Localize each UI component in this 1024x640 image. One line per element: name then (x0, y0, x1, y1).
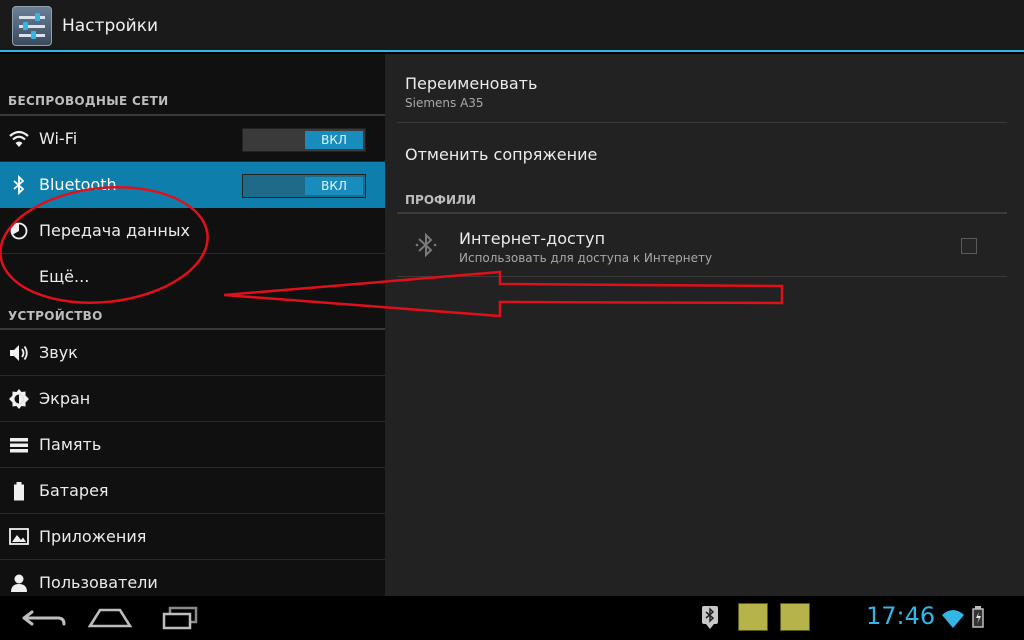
list-divider (397, 276, 1007, 277)
sidebar-item-label: Wi-Fi (39, 129, 78, 148)
list-divider (397, 122, 1007, 123)
unpair-item[interactable]: Отменить сопряжение (405, 145, 597, 164)
rename-item[interactable]: Переименовать Siemens A35 (405, 74, 537, 110)
sidebar-item-label: Пользователи (39, 573, 158, 592)
home-icon[interactable] (82, 602, 138, 634)
sidebar-item-label: Экран (39, 389, 91, 408)
clock[interactable]: 17:46 (866, 602, 935, 630)
sidebar-item-bluetooth[interactable]: Bluetooth ВКЛ (0, 162, 385, 208)
wifi-icon (9, 130, 29, 147)
rename-title: Переименовать (405, 74, 538, 93)
system-navigation-bar: 17:46 (0, 596, 1024, 640)
sidebar-item-label: Приложения (39, 527, 147, 546)
volume-icon (10, 345, 28, 361)
storage-icon (10, 438, 28, 453)
brightness-icon (9, 389, 29, 409)
sidebar-item-battery[interactable]: Батарея (0, 468, 385, 514)
sidebar-item-storage[interactable]: Память (0, 422, 385, 468)
sidebar-item-label: Передача данных (39, 221, 190, 240)
toggle-knob: ВКЛ (305, 131, 363, 149)
sidebar-item-sound[interactable]: Звук (0, 330, 385, 376)
sidebar-item-apps[interactable]: Приложения (0, 514, 385, 560)
settings-list: БЕСПРОВОДНЫЕ СЕТИ Wi-Fi ВКЛ Bluetooth ВК… (0, 54, 385, 596)
bluetooth-notification-icon (702, 606, 718, 629)
sidebar-item-display[interactable]: Экран (0, 376, 385, 422)
profile-subtitle: Использовать для доступа к Интернету (459, 251, 713, 265)
sidebar-item-label: Ещё... (39, 267, 90, 286)
data-usage-icon (10, 222, 28, 240)
bluetooth-icon (13, 174, 25, 196)
sidebar-item-data-usage[interactable]: Передача данных (0, 208, 385, 254)
unpair-title: Отменить сопряжение (405, 145, 598, 164)
profile-title: Интернет-доступ (459, 229, 606, 248)
apps-icon (9, 528, 29, 545)
sidebar-item-more[interactable]: Ещё... (0, 254, 385, 300)
users-icon (11, 574, 27, 592)
profiles-header: ПРОФИЛИ (405, 193, 476, 207)
sidebar-item-users[interactable]: Пользователи (0, 560, 385, 596)
back-icon[interactable] (18, 602, 74, 634)
wifi-toggle[interactable]: ВКЛ (242, 128, 366, 152)
recent-apps-icon[interactable] (152, 602, 208, 634)
action-bar-divider (0, 50, 1024, 52)
battery-status-icon (972, 606, 984, 628)
internet-access-profile[interactable]: Интернет-доступ Использовать для доступа… (459, 229, 712, 265)
internet-access-checkbox[interactable] (961, 238, 977, 254)
section-header-device: УСТРОЙСТВО (8, 309, 103, 323)
sidebar-item-wifi[interactable]: Wi-Fi ВКЛ (0, 116, 385, 162)
action-bar: Настройки (0, 0, 1024, 52)
gsm-notification-icon (780, 603, 810, 631)
wifi-status-icon (942, 610, 964, 628)
bluetooth-toggle[interactable]: ВКЛ (242, 174, 366, 198)
section-divider (397, 212, 1007, 214)
bluetooth-icon (415, 232, 437, 258)
battery-icon (14, 482, 24, 501)
sidebar-item-label: Bluetooth (39, 175, 117, 194)
settings-app-icon[interactable] (12, 6, 52, 46)
bluetooth-device-details: Переименовать Siemens A35 Отменить сопря… (385, 54, 1024, 596)
sidebar-item-label: Память (39, 435, 102, 454)
sidebar-item-label: Батарея (39, 481, 109, 500)
section-header-wireless: БЕСПРОВОДНЫЕ СЕТИ (8, 94, 169, 108)
toggle-knob: ВКЛ (305, 177, 363, 195)
sidebar-item-label: Звук (39, 343, 78, 362)
gsm-notification-icon (738, 603, 768, 631)
device-name: Siemens A35 (405, 96, 484, 110)
app-title: Настройки (62, 16, 159, 36)
